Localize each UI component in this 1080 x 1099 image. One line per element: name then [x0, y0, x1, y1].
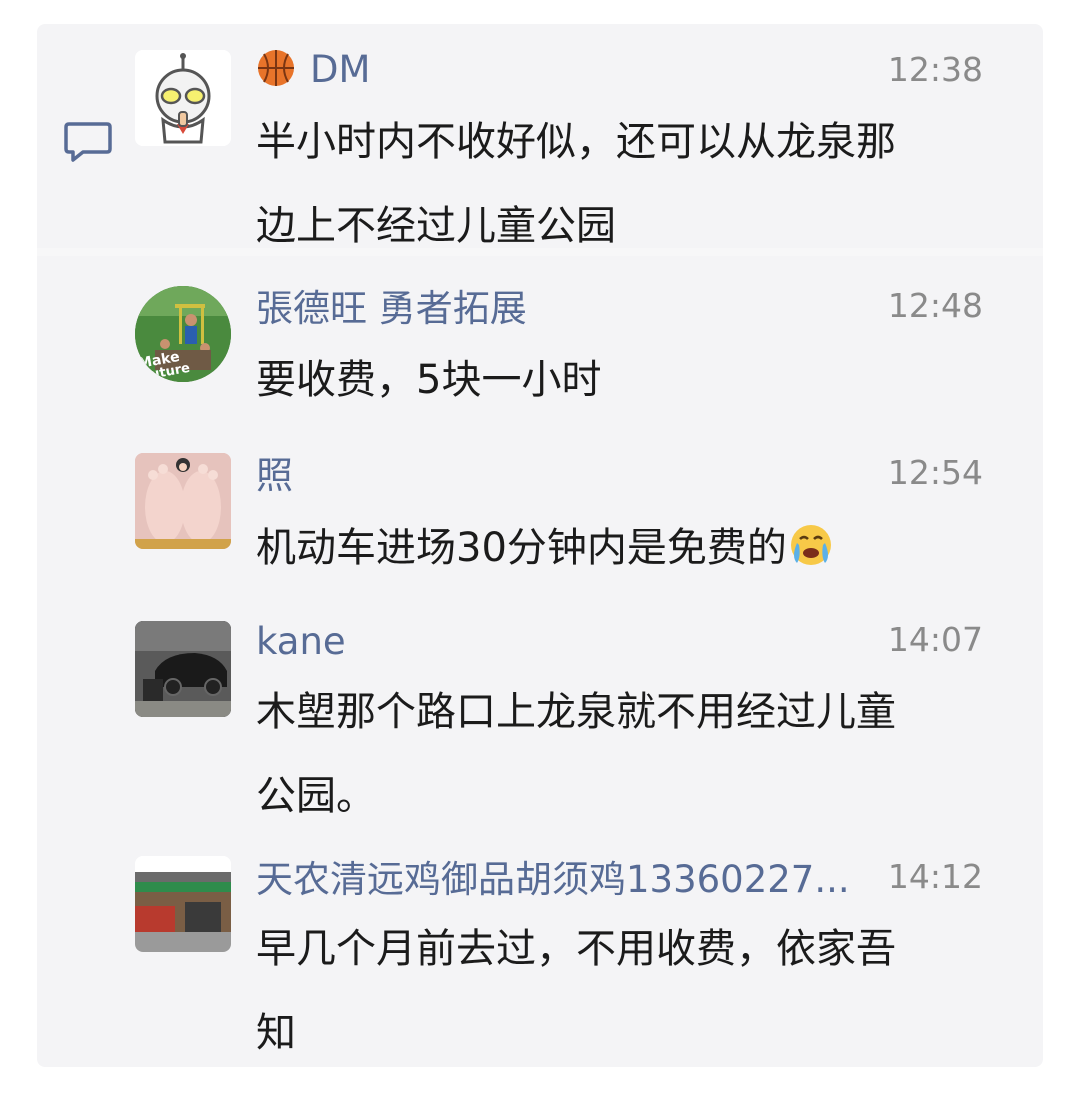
message-text: 要收费，5块一小时: [256, 338, 986, 422]
crying-face-icon: [790, 525, 831, 565]
ultraman-avatar-image: [135, 50, 231, 146]
timestamp: 12:48: [887, 286, 983, 325]
message-text: 木塱那个路口上龙泉就不用经过儿童 公园。: [256, 670, 986, 838]
comment-icon[interactable]: [63, 120, 113, 164]
timestamp: 12:54: [887, 453, 983, 492]
message-line: 知: [256, 1010, 296, 1056]
message-line: 木塱那个路口上龙泉就不用经过儿童: [256, 689, 896, 735]
message-line: 机动车进场30分钟内是免费的: [256, 506, 986, 590]
message-line-text: 机动车进场30分钟内是免费的: [256, 525, 787, 571]
sender-name[interactable]: kane: [256, 620, 346, 664]
sender-name[interactable]: 照: [256, 454, 293, 498]
car-avatar-image: [135, 621, 231, 717]
message-line: 公园。: [256, 773, 376, 819]
message-line: 边上不经过儿童公园: [256, 203, 616, 249]
outdoor-group-avatar-image: Make Future: [135, 286, 231, 382]
message-text: 早几个月前去过，不用收费，依家吾 知: [256, 907, 986, 1075]
message-text: 机动车进场30分钟内是免费的: [256, 506, 986, 590]
message-text: 半小时内不收好似，还可以从龙泉那 边上不经过儿童公园: [256, 100, 986, 268]
sender-name[interactable]: 張德旺 勇者拓展: [256, 287, 527, 331]
shop-avatar-image: [135, 856, 231, 952]
message-line: 要收费，5块一小时: [256, 357, 602, 403]
timestamp: 14:07: [887, 620, 983, 659]
sender-name[interactable]: DM: [256, 48, 370, 92]
avatar[interactable]: [135, 856, 231, 952]
avatar[interactable]: [135, 453, 231, 549]
sender-name-text: DM: [310, 48, 371, 91]
timestamp: 14:12: [887, 857, 983, 896]
avatar[interactable]: [135, 621, 231, 717]
baby-feet-avatar-image: [135, 453, 231, 549]
message-line: 半小时内不收好似，还可以从龙泉那: [256, 119, 896, 165]
sender-name[interactable]: 天农清远鸡御品胡须鸡13360227...: [256, 858, 850, 902]
timestamp: 12:38: [887, 50, 983, 89]
avatar[interactable]: [135, 50, 231, 146]
message-line: 早几个月前去过，不用收费，依家吾: [256, 926, 896, 972]
basketball-icon: [258, 50, 294, 86]
avatar[interactable]: Make Future: [135, 286, 231, 382]
